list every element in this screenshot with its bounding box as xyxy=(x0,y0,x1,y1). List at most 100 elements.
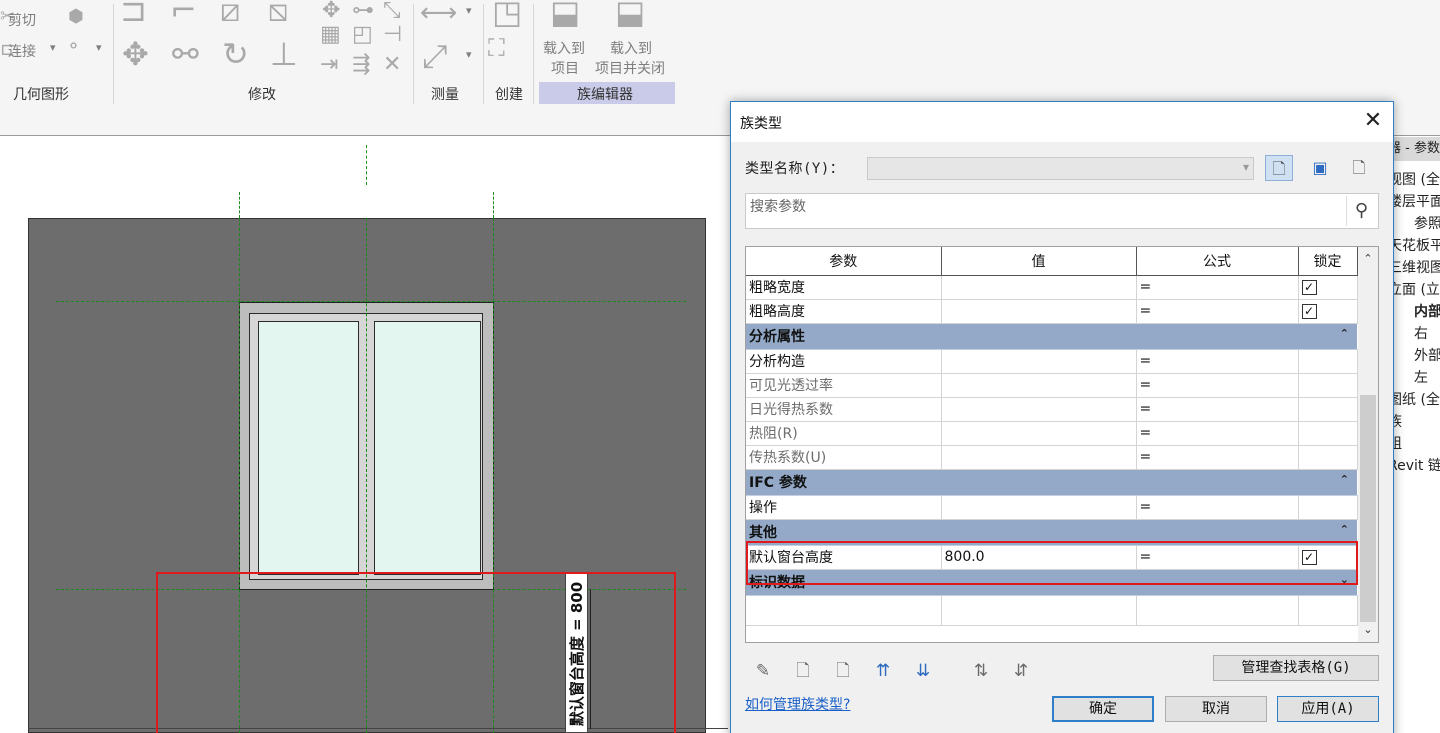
collapse-icon[interactable]: ⌃ xyxy=(1340,327,1349,340)
param-formula[interactable]: = xyxy=(1136,299,1299,324)
rename-type-icon[interactable]: ▣ xyxy=(1306,155,1334,181)
grid-scrollbar[interactable]: ⌃ ⌄ xyxy=(1358,247,1378,642)
load-into-project-close-line1[interactable]: 载入到 xyxy=(610,38,652,58)
column-header-value[interactable]: 值 xyxy=(941,247,1137,276)
param-formula[interactable]: = xyxy=(1136,495,1299,520)
split-icon[interactable]: ✥ xyxy=(322,0,340,22)
table-row[interactable]: 分析构造 = xyxy=(746,349,1358,374)
table-row[interactable]: 操作 = xyxy=(746,495,1358,520)
tree-item-revit-links[interactable]: Revit 链接 xyxy=(1388,455,1440,475)
column-header-formula[interactable]: 公式 xyxy=(1136,247,1299,276)
trim-single-icon[interactable]: ⇥ xyxy=(320,54,338,76)
apply-button[interactable]: 应用(A) xyxy=(1277,696,1379,722)
tree-item-ceiling-plans[interactable]: 天花板平 xyxy=(1388,235,1440,255)
create-group-icon[interactable]: ⛶ xyxy=(488,36,505,60)
scale-icon[interactable]: ◰ xyxy=(352,24,373,46)
dimension-icon[interactable]: ⤢ xyxy=(422,40,448,72)
manage-lookup-tables-button[interactable]: 管理查找表格(G) xyxy=(1213,655,1379,681)
create-component-icon[interactable]: ◳ xyxy=(492,0,522,28)
tree-item-interior[interactable]: 内部 xyxy=(1414,301,1440,321)
move-down-icon[interactable]: ⇊ xyxy=(909,658,937,684)
tree-item-3d-views[interactable]: 三维视图 xyxy=(1388,257,1440,277)
tree-item-ref-level[interactable]: 参照 xyxy=(1414,213,1440,233)
table-row[interactable]: 粗略宽度 = ✓ xyxy=(746,275,1358,300)
window-pane-left[interactable] xyxy=(258,321,359,575)
dimension-dropdown-icon[interactable]: ▾ xyxy=(466,48,472,61)
tree-item-elevations[interactable]: 立面 (立 xyxy=(1388,279,1440,299)
delete-type-icon[interactable]: 🗋 xyxy=(1345,155,1373,181)
tree-item-left[interactable]: 左 xyxy=(1414,367,1428,387)
load-into-project-line2[interactable]: 项目 xyxy=(551,58,579,78)
new-type-icon[interactable]: 🗋 xyxy=(1265,155,1293,181)
param-lock[interactable]: ✓ xyxy=(1298,275,1358,300)
column-header-parameter[interactable]: 参数 xyxy=(746,247,942,276)
measure-distance-icon[interactable]: ⟷ xyxy=(420,0,457,26)
mirror-axis-icon[interactable]: ⧄ xyxy=(220,0,240,26)
void-dropdown-icon[interactable]: ▾ xyxy=(96,41,102,54)
rotate-icon[interactable]: ↻ xyxy=(222,38,249,70)
table-row[interactable]: 粗略高度 = ✓ xyxy=(746,299,1358,324)
copy-icon[interactable]: ⚯ xyxy=(172,38,199,70)
chevron-down-icon[interactable]: ⌄ xyxy=(1358,620,1378,640)
tree-item-sheets[interactable]: 图纸 (全部 xyxy=(1388,389,1440,409)
move-up-icon[interactable]: ⇈ xyxy=(869,658,897,684)
param-formula[interactable]: = xyxy=(1136,349,1299,374)
cut-geometry-icon[interactable]: ⬢ xyxy=(68,8,84,26)
reference-plane-right-top[interactable] xyxy=(493,192,494,218)
param-formula[interactable]: = xyxy=(1136,397,1299,422)
join-button[interactable]: 连接 xyxy=(8,41,36,61)
close-icon[interactable]: ✕ xyxy=(1359,107,1387,135)
offset-icon[interactable]: ⌐ xyxy=(170,0,197,26)
param-formula[interactable]: = xyxy=(1136,421,1299,446)
tree-item-floor-plans[interactable]: 楼层平面 xyxy=(1388,191,1440,211)
search-icon[interactable]: ⚲ xyxy=(1346,196,1376,226)
align-icon[interactable]: ⊐ xyxy=(120,0,147,26)
mirror-draw-icon[interactable]: ⧅ xyxy=(268,0,288,26)
cut-button[interactable]: 剪切 xyxy=(8,10,36,30)
scroll-thumb[interactable] xyxy=(1360,395,1376,622)
lock-checkbox[interactable]: ✓ xyxy=(1301,279,1317,295)
param-value[interactable] xyxy=(941,397,1137,422)
tree-item-right[interactable]: 右 xyxy=(1414,323,1428,343)
move-icon[interactable]: ✥ xyxy=(122,38,149,70)
sort-ascending-icon[interactable]: ⇅ xyxy=(967,658,995,684)
param-value[interactable] xyxy=(941,275,1137,300)
load-into-project-close-icon[interactable]: ⬓ xyxy=(615,0,645,28)
param-formula[interactable]: = xyxy=(1136,445,1299,470)
chevron-up-icon[interactable]: ⌃ xyxy=(1358,249,1378,269)
reference-plane-center-top[interactable] xyxy=(366,145,367,185)
column-header-lock[interactable]: 锁定 xyxy=(1298,247,1358,276)
window-pane-right[interactable] xyxy=(374,321,481,575)
delete-icon[interactable]: ✕ xyxy=(383,54,401,76)
table-row[interactable]: 热阻(R) = xyxy=(746,421,1358,446)
cancel-button[interactable]: 取消 xyxy=(1165,696,1267,722)
new-parameter-icon[interactable]: 🗋 xyxy=(789,658,817,684)
collapse-icon[interactable]: ⌃ xyxy=(1340,473,1349,486)
sort-descending-icon[interactable]: ⇵ xyxy=(1007,658,1035,684)
table-row[interactable]: 日光得热系数 = xyxy=(746,397,1358,422)
reference-plane-left-top[interactable] xyxy=(239,192,240,218)
param-value[interactable] xyxy=(941,373,1137,398)
help-link[interactable]: 如何管理族类型? xyxy=(745,694,850,714)
dialog-titlebar[interactable]: 族类型 ✕ xyxy=(731,102,1393,142)
delete-parameter-icon[interactable]: 🗋 xyxy=(829,658,857,684)
param-formula[interactable]: = xyxy=(1136,373,1299,398)
load-into-project-line1[interactable]: 载入到 xyxy=(543,38,585,58)
void-icon[interactable]: ⚬ xyxy=(66,38,81,56)
param-value[interactable] xyxy=(941,495,1137,520)
param-value[interactable] xyxy=(941,445,1137,470)
param-value[interactable] xyxy=(941,299,1137,324)
param-lock[interactable]: ✓ xyxy=(1298,299,1358,324)
split-gap-icon[interactable]: ⊶ xyxy=(352,0,374,22)
trim-icon[interactable]: ⊥ xyxy=(270,38,298,70)
pin-icon[interactable]: ⊣ xyxy=(383,24,402,46)
param-value[interactable] xyxy=(941,349,1137,374)
table-row[interactable]: 传热系数(U) = xyxy=(746,445,1358,470)
type-name-select[interactable]: ▾ xyxy=(867,157,1254,180)
search-input[interactable] xyxy=(750,196,1340,218)
param-formula[interactable]: = xyxy=(1136,275,1299,300)
load-into-project-icon[interactable]: ⬓ xyxy=(550,0,580,28)
edit-parameter-icon[interactable]: ✎ xyxy=(749,658,777,684)
param-value[interactable] xyxy=(941,421,1137,446)
collapse-icon[interactable]: ⌃ xyxy=(1340,523,1349,536)
